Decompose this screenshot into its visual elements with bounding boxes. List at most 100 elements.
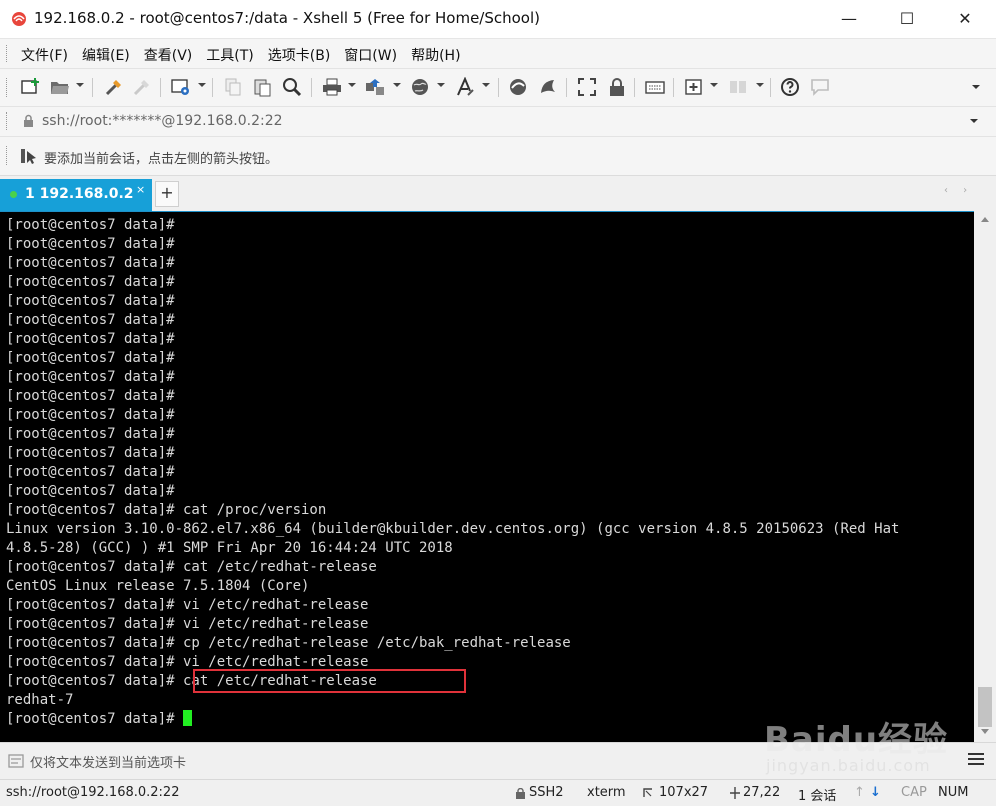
- address-text: ssh://root:*******@192.168.0.2:22: [42, 113, 283, 129]
- keyboard-icon[interactable]: [645, 77, 665, 97]
- lock-icon[interactable]: [607, 77, 627, 97]
- highlight-box: [193, 669, 466, 693]
- resize-icon: [643, 788, 652, 797]
- xftp-icon[interactable]: [508, 77, 528, 97]
- toolbar: [0, 69, 996, 107]
- font-dropdown-icon[interactable]: [482, 83, 490, 87]
- terminal-cursor: [183, 710, 193, 726]
- tab-session-1[interactable]: 1 192.168.0.2 ×: [0, 179, 152, 211]
- watermark-brand: Baidu经验: [764, 720, 949, 760]
- address-dropdown-icon[interactable]: [970, 119, 978, 123]
- menu-tools[interactable]: 工具(T): [199, 45, 260, 65]
- scroll-thumb[interactable]: [978, 687, 992, 727]
- toolbar-separator: [566, 78, 567, 97]
- compose-bar-icon[interactable]: [8, 754, 24, 768]
- session-hint-text: 要添加当前会话，点击左侧的箭头按钮。: [44, 152, 279, 167]
- menu-view[interactable]: 查看(V): [137, 45, 200, 65]
- minimize-icon: —: [841, 9, 857, 28]
- add-compose-icon[interactable]: [684, 77, 704, 97]
- toolbar-separator: [160, 78, 161, 97]
- transfer-dropdown-icon[interactable]: [393, 83, 401, 87]
- xshell-logo-icon: [12, 12, 26, 26]
- address-grip: [6, 112, 10, 130]
- copy-icon[interactable]: [223, 77, 243, 97]
- layout-dropdown-icon[interactable]: [756, 83, 764, 87]
- tab-close-icon[interactable]: ×: [136, 183, 145, 196]
- menu-bar: 文件(F) 编辑(E) 查看(V) 工具(T) 选项卡(B) 窗口(W) 帮助(…: [0, 39, 996, 69]
- new-session-icon[interactable]: [20, 77, 40, 97]
- toolbar-grip[interactable]: [6, 78, 10, 97]
- connected-status-icon: [10, 191, 17, 198]
- menu-tabs[interactable]: 选项卡(B): [261, 45, 338, 65]
- lock-small-icon: [24, 114, 33, 127]
- status-size: 107x27: [659, 785, 709, 800]
- compose-input[interactable]: 仅将文本发送到当前选项卡: [30, 752, 186, 771]
- address-bar: ssh://root:*******@192.168.0.2:22: [0, 107, 996, 137]
- compose-menu-icon[interactable]: [968, 753, 984, 765]
- open-folder-icon[interactable]: [50, 77, 70, 97]
- open-dropdown-icon[interactable]: [76, 83, 84, 87]
- terminal-view[interactable]: [root@centos7 data]# [root@centos7 data]…: [0, 211, 974, 743]
- menu-edit[interactable]: 编辑(E): [75, 45, 137, 65]
- menu-window[interactable]: 窗口(W): [337, 45, 404, 65]
- toolbar-separator: [311, 78, 312, 97]
- toolbar-separator: [498, 78, 499, 97]
- status-connection: ssh://root@192.168.0.2:22: [6, 785, 180, 800]
- chat-icon[interactable]: [810, 77, 830, 97]
- find-icon[interactable]: [282, 77, 302, 97]
- tab-bar: 1 192.168.0.2 × + ‹ ›: [0, 176, 996, 211]
- paste-icon[interactable]: [252, 77, 272, 97]
- toolbar-separator: [212, 78, 213, 97]
- close-button[interactable]: ✕: [942, 0, 988, 38]
- properties-dropdown-icon[interactable]: [198, 83, 206, 87]
- toolbar-overflow-icon[interactable]: [972, 85, 980, 89]
- status-protocol: SSH2: [529, 785, 564, 800]
- toolbar-separator: [634, 78, 635, 97]
- cursor-position-icon: [730, 787, 740, 799]
- title-bar[interactable]: 192.168.0.2 - root@centos7:/data - Xshel…: [0, 0, 996, 39]
- maximize-button[interactable]: ☐: [884, 0, 930, 38]
- window-title: 192.168.0.2 - root@centos7:/data - Xshel…: [34, 9, 541, 27]
- toolbar-separator: [92, 78, 93, 97]
- disconnect-icon[interactable]: [132, 77, 152, 97]
- terminal-prompt: [root@centos7 data]#: [6, 711, 184, 727]
- minimize-button[interactable]: —: [826, 0, 872, 38]
- scroll-down-icon[interactable]: [981, 729, 989, 734]
- terminal-scrollbar[interactable]: [974, 211, 996, 742]
- tab-label: 1 192.168.0.2: [25, 186, 134, 202]
- terminal-output: [root@centos7 data]# [root@centos7 data]…: [6, 216, 899, 729]
- globe-dropdown-icon[interactable]: [437, 83, 445, 87]
- new-tab-button[interactable]: +: [155, 181, 179, 207]
- menu-file[interactable]: 文件(F): [14, 45, 75, 65]
- layout-icon[interactable]: [728, 77, 748, 97]
- watermark-url: jingyan.baidu.com: [766, 756, 931, 775]
- globe-icon[interactable]: [410, 77, 430, 97]
- status-terminal-type: xterm: [587, 785, 626, 800]
- ssh-lock-icon: [516, 788, 525, 799]
- toolbar-separator: [770, 78, 771, 97]
- hint-grip: [6, 146, 10, 165]
- scroll-up-icon[interactable]: [981, 217, 989, 222]
- address-field[interactable]: ssh://root:*******@192.168.0.2:22: [14, 110, 986, 132]
- tab-scroll-arrows[interactable]: ‹ ›: [944, 185, 973, 196]
- fullscreen-icon[interactable]: [577, 77, 597, 97]
- help-icon[interactable]: [780, 77, 800, 97]
- print-icon[interactable]: [322, 77, 342, 97]
- close-icon: ✕: [958, 9, 972, 28]
- menu-grip[interactable]: [6, 45, 10, 62]
- baidu-watermark: Baidu经验 jingyan.baidu.com: [760, 694, 950, 789]
- terminal-text: [root@centos7 data]# [root@centos7 data]…: [6, 217, 900, 708]
- reconnect-icon[interactable]: [104, 77, 124, 97]
- session-hint-bar: 要添加当前会话，点击左侧的箭头按钮。: [0, 137, 996, 176]
- xmanager-icon[interactable]: [538, 77, 558, 97]
- properties-icon[interactable]: [171, 77, 191, 97]
- compose-dropdown-icon[interactable]: [710, 83, 718, 87]
- menu-help[interactable]: 帮助(H): [404, 45, 467, 65]
- transfer-icon[interactable]: [365, 77, 385, 97]
- maximize-icon: ☐: [899, 9, 915, 28]
- plus-icon: +: [160, 183, 174, 202]
- font-icon[interactable]: [455, 77, 475, 97]
- toolbar-separator: [673, 78, 674, 97]
- print-dropdown-icon[interactable]: [348, 83, 356, 87]
- add-session-arrow-icon[interactable]: [20, 147, 38, 165]
